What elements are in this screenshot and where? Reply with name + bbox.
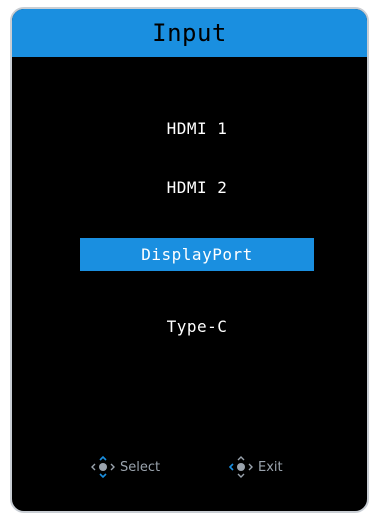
exit-hint-label: Exit (258, 459, 283, 475)
osd-title: Input (152, 19, 227, 47)
exit-hint: Exit (228, 455, 283, 479)
menu-item-label: HDMI 1 (166, 119, 228, 138)
menu-item-hdmi-1[interactable]: HDMI 1 (80, 112, 314, 145)
menu-item-label: HDMI 2 (166, 178, 228, 197)
osd-footer: Select Exit (12, 455, 367, 479)
menu-item-type-c[interactable]: Type-C (80, 310, 314, 343)
osd-panel: Input HDMI 1 HDMI 2 DisplayPort Type-C S… (10, 7, 369, 513)
osd-header: Input (12, 9, 367, 57)
menu-item-displayport[interactable]: DisplayPort (80, 238, 314, 271)
menu-item-label: Type-C (166, 317, 228, 336)
menu-item-label: DisplayPort (141, 245, 253, 264)
select-hint: Select (90, 455, 160, 479)
joystick-select-icon (90, 455, 116, 479)
menu-item-hdmi-2[interactable]: HDMI 2 (80, 171, 314, 204)
joystick-exit-icon (228, 455, 254, 479)
select-hint-label: Select (120, 459, 161, 475)
